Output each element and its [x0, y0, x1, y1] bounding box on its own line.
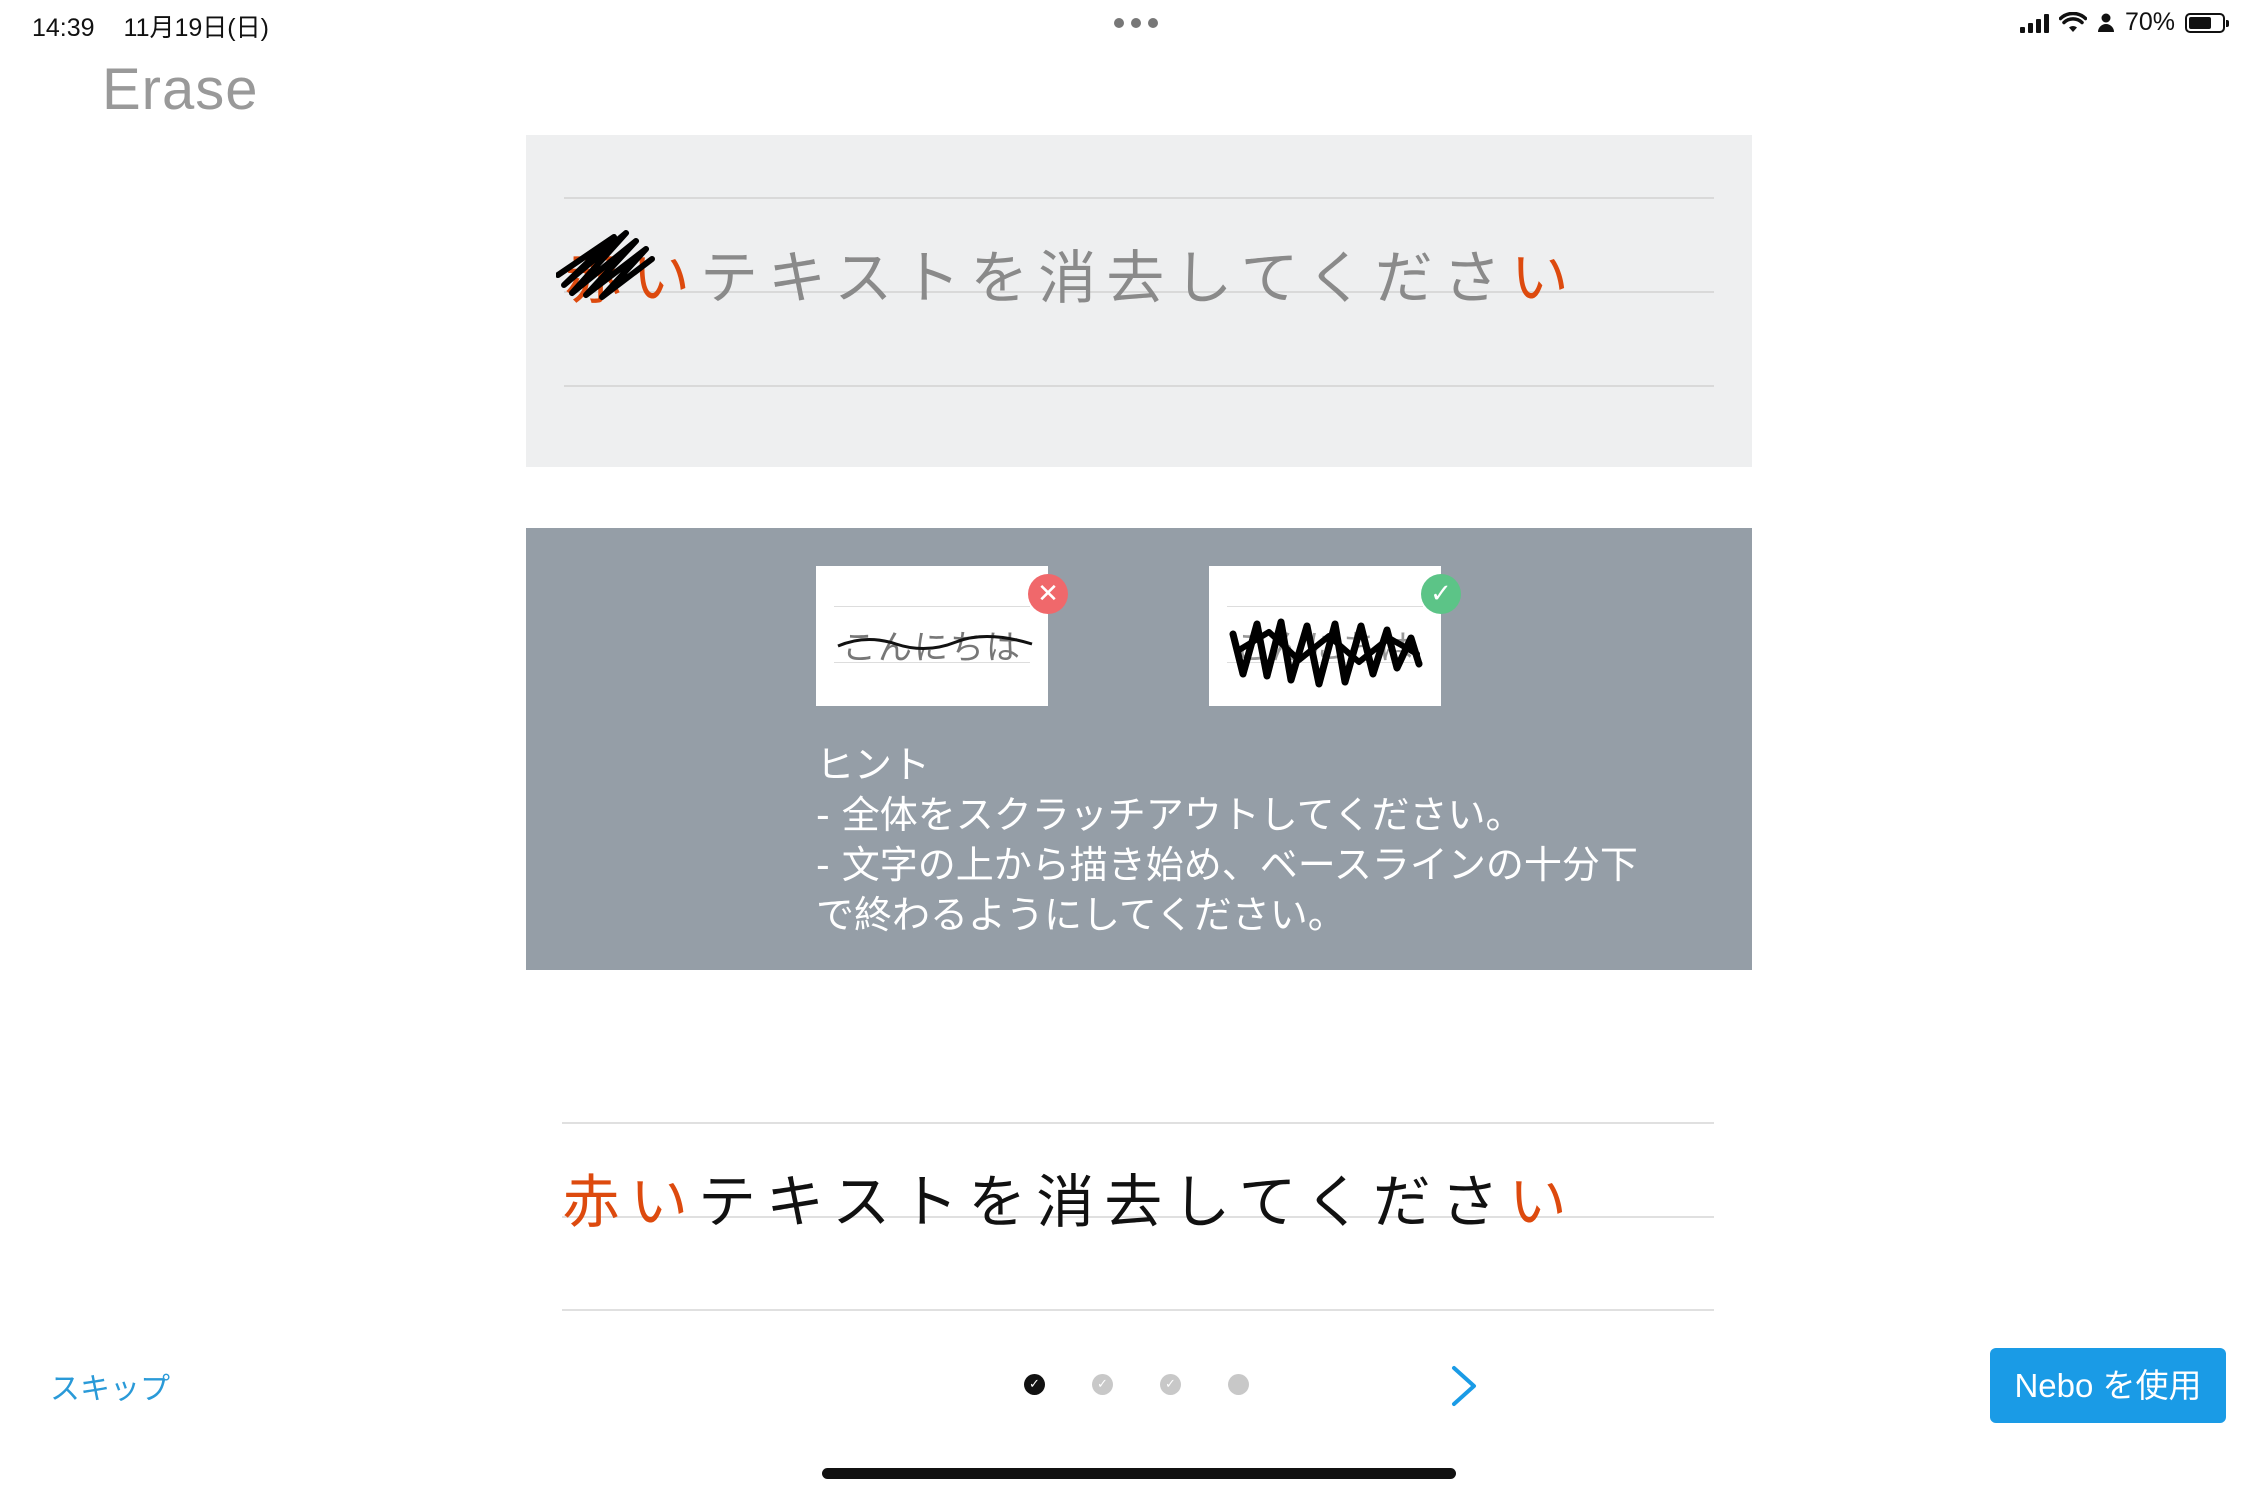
battery-percent: 70% — [2125, 8, 2176, 36]
example-red-suffix: い — [1510, 244, 1579, 312]
guide-line — [564, 385, 1714, 387]
status-bar-left: 14:39 11月19日(日) — [32, 8, 291, 44]
bad-example-thumbnail: こんにちは ✕ — [816, 566, 1068, 706]
home-indicator[interactable] — [822, 1468, 1456, 1479]
battery-icon — [2185, 12, 2230, 33]
status-bar-right: 70% — [2020, 8, 2230, 37]
status-time: 14:39 — [32, 14, 95, 42]
page-title: Erase — [102, 57, 259, 122]
next-chevron-icon[interactable] — [1446, 1362, 1482, 1410]
page-dot-3[interactable]: ✓ — [1160, 1374, 1181, 1395]
multitasking-dots-icon[interactable] — [1114, 18, 1158, 28]
example-middle-text: テキストを消去してくださ — [700, 244, 1511, 312]
page-dot-4[interactable] — [1228, 1374, 1249, 1395]
hint-text: ヒント - 全体をスクラッチアウトしてください。 - 文字の上から描き始め、ベー… — [816, 743, 1638, 937]
page-dot-2[interactable]: ✓ — [1092, 1374, 1113, 1395]
cellular-signal-icon — [2020, 13, 2049, 33]
skip-button[interactable]: スキップ — [50, 1364, 170, 1408]
guide-line — [564, 197, 1714, 199]
practice-red-prefix: 赤い — [562, 1168, 699, 1236]
wifi-icon — [2059, 11, 2087, 32]
practice-guide-line — [562, 1309, 1714, 1311]
page-dot-1[interactable]: ✓ — [1024, 1374, 1045, 1395]
hint-panel: こんにちは ✕ こんにちは ✓ ヒント - 全体をスクラッチアウトしてください。… — [526, 528, 1752, 970]
erase-example-panel: 赤いテキストを消去してください — [526, 135, 1752, 467]
correct-badge-icon: ✓ — [1421, 574, 1461, 614]
status-date: 11月19日(日) — [123, 14, 269, 42]
page-indicator: ✓ ✓ ✓ — [1024, 1374, 1249, 1395]
person-icon — [2098, 13, 2114, 32]
use-nebo-button[interactable]: Nebo を使用 — [1990, 1348, 2226, 1423]
single-strike-line-icon — [837, 634, 1033, 650]
good-example-thumbnail: こんにちは ✓ — [1209, 566, 1461, 706]
scratch-out-stroke-icon — [556, 230, 655, 300]
practice-guide-line — [562, 1122, 1714, 1124]
practice-writing-area[interactable]: 赤いテキストを消去してください — [562, 1155, 1577, 1239]
practice-red-suffix: い — [1508, 1168, 1577, 1236]
practice-middle-text: テキストを消去してくださ — [698, 1168, 1509, 1236]
full-scratch-out-icon — [1229, 618, 1423, 688]
example-handwriting: 赤いテキストを消去してください — [564, 231, 1579, 315]
incorrect-badge-icon: ✕ — [1028, 574, 1068, 614]
